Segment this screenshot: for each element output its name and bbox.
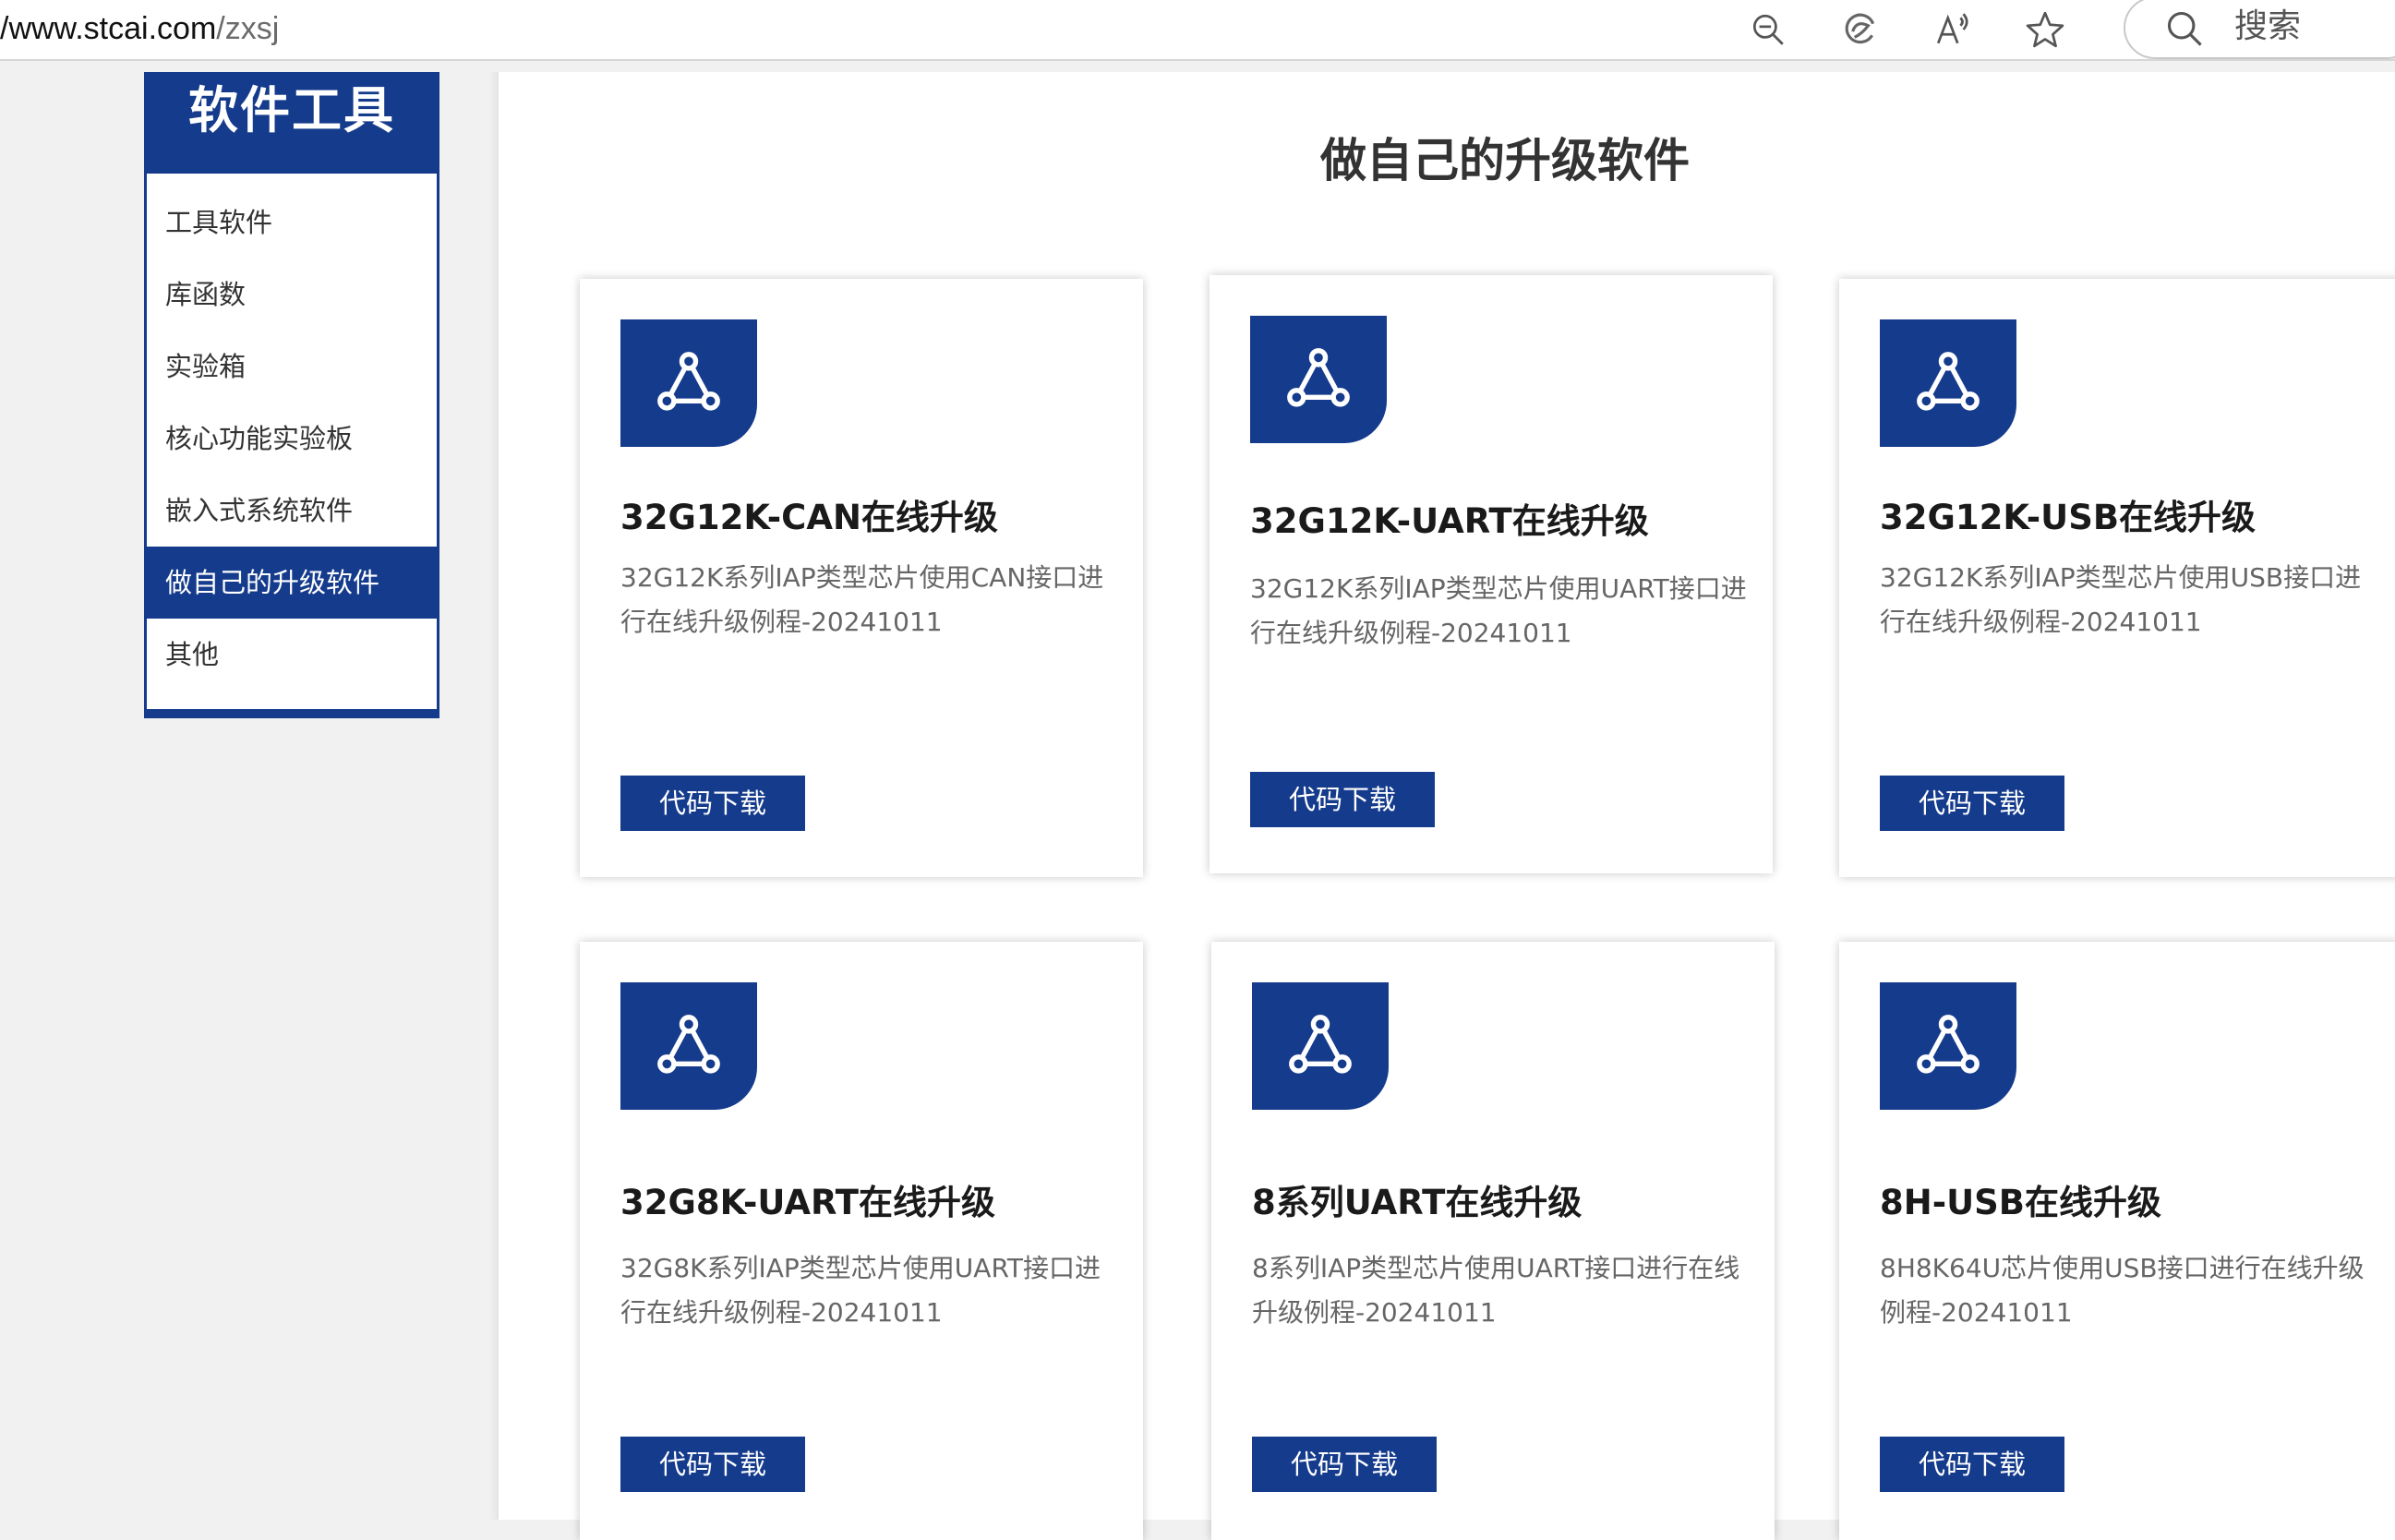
url-path: /zxsj xyxy=(216,11,280,46)
card-title: 32G12K-CAN在线升级 xyxy=(620,498,998,537)
card-description: 32G8K系列IAP类型芯片使用UART接口进行在线升级例程-20241011 xyxy=(620,1253,1101,1328)
sidebar: 软件工具 工具软件 库函数 实验箱 核心功能实验板 嵌入式系统软件 做自己的升级… xyxy=(144,72,439,718)
card-description: 32G12K系列IAP类型芯片使用USB接口进行在线升级例程-20241011 xyxy=(1880,562,2362,637)
main-content: 做自己的升级软件 32G12K-CAN在线升级 32G12K系列IAP类型芯片使… xyxy=(499,72,2395,1540)
url-host: /www.stcai.com xyxy=(0,11,217,46)
search-box[interactable]: 搜索 xyxy=(2124,0,2395,59)
network-nodes-icon xyxy=(1250,316,1387,443)
card-32g12k-usb: 32G12K-USB在线升级 32G12K系列IAP类型芯片使用USB接口进行在… xyxy=(1839,279,2395,877)
read-aloud-icon[interactable] xyxy=(1930,6,1976,53)
address-bar[interactable]: /www.stcai.com/zxsj xyxy=(0,6,279,52)
sidebar-item-other[interactable]: 其他 xyxy=(147,619,437,691)
download-code-button[interactable]: 代码下载 xyxy=(1250,772,1435,827)
network-nodes-icon xyxy=(1252,982,1389,1110)
card-title: 8系列UART在线升级 xyxy=(1252,1183,1583,1222)
sidebar-item-core-board[interactable]: 核心功能实验板 xyxy=(147,403,437,475)
download-code-button[interactable]: 代码下载 xyxy=(1880,776,2064,831)
card-8h-usb: 8H-USB在线升级 8H8K64U芯片使用USB接口进行在线升级例程-2024… xyxy=(1839,942,2395,1540)
sidebar-item-library[interactable]: 库函数 xyxy=(147,259,437,331)
card-32g8k-uart: 32G8K-UART在线升级 32G8K系列IAP类型芯片使用UART接口进行在… xyxy=(580,942,1143,1540)
download-code-button[interactable]: 代码下载 xyxy=(1252,1437,1437,1492)
card-32g12k-can: 32G12K-CAN在线升级 32G12K系列IAP类型芯片使用CAN接口进行在… xyxy=(580,279,1143,877)
card-8-uart: 8系列UART在线升级 8系列IAP类型芯片使用UART接口进行在线升级例程-2… xyxy=(1211,942,1775,1540)
sidebar-title: 软件工具 xyxy=(144,72,439,174)
download-code-button[interactable]: 代码下载 xyxy=(1880,1437,2064,1492)
sidebar-item-tools[interactable]: 工具软件 xyxy=(147,186,437,259)
download-code-button[interactable]: 代码下载 xyxy=(620,776,805,831)
main-divider xyxy=(489,72,499,1520)
search-label: 搜索 xyxy=(2234,7,2302,45)
card-32g12k-uart: 32G12K-UART在线升级 32G12K系列IAP类型芯片使用UART接口进… xyxy=(1210,275,1773,873)
search-icon xyxy=(2167,11,2202,46)
network-nodes-icon xyxy=(1880,319,2016,447)
sidebar-item-lab-box[interactable]: 实验箱 xyxy=(147,331,437,403)
card-description: 8系列IAP类型芯片使用UART接口进行在线升级例程-20241011 xyxy=(1252,1253,1740,1328)
network-nodes-icon xyxy=(620,982,757,1110)
card-title: 32G12K-USB在线升级 xyxy=(1880,498,2257,537)
sidebar-item-upgrade[interactable]: 做自己的升级软件 xyxy=(147,547,437,619)
card-description: 32G12K系列IAP类型芯片使用UART接口进行在线升级例程-20241011 xyxy=(1250,573,1747,648)
zoom-out-icon[interactable] xyxy=(1745,6,1791,53)
card-title: 32G8K-UART在线升级 xyxy=(620,1183,996,1222)
card-title: 32G12K-UART在线升级 xyxy=(1250,501,1649,541)
sidebar-item-embedded[interactable]: 嵌入式系统软件 xyxy=(147,475,437,547)
favorite-star-icon[interactable] xyxy=(2022,6,2068,53)
edge-copilot-icon[interactable] xyxy=(1837,6,1884,53)
card-title: 8H-USB在线升级 xyxy=(1880,1183,2161,1222)
card-description: 8H8K64U芯片使用USB接口进行在线升级例程-20241011 xyxy=(1880,1253,2365,1328)
browser-toolbar: /www.stcai.com/zxsj 搜索 xyxy=(0,0,2395,61)
card-description: 32G12K系列IAP类型芯片使用CAN接口进行在线升级例程-20241011 xyxy=(620,562,1104,637)
page-title: 做自己的升级软件 xyxy=(1320,134,1690,187)
download-code-button[interactable]: 代码下载 xyxy=(620,1437,805,1492)
network-nodes-icon xyxy=(1880,982,2016,1110)
network-nodes-icon xyxy=(620,319,757,447)
